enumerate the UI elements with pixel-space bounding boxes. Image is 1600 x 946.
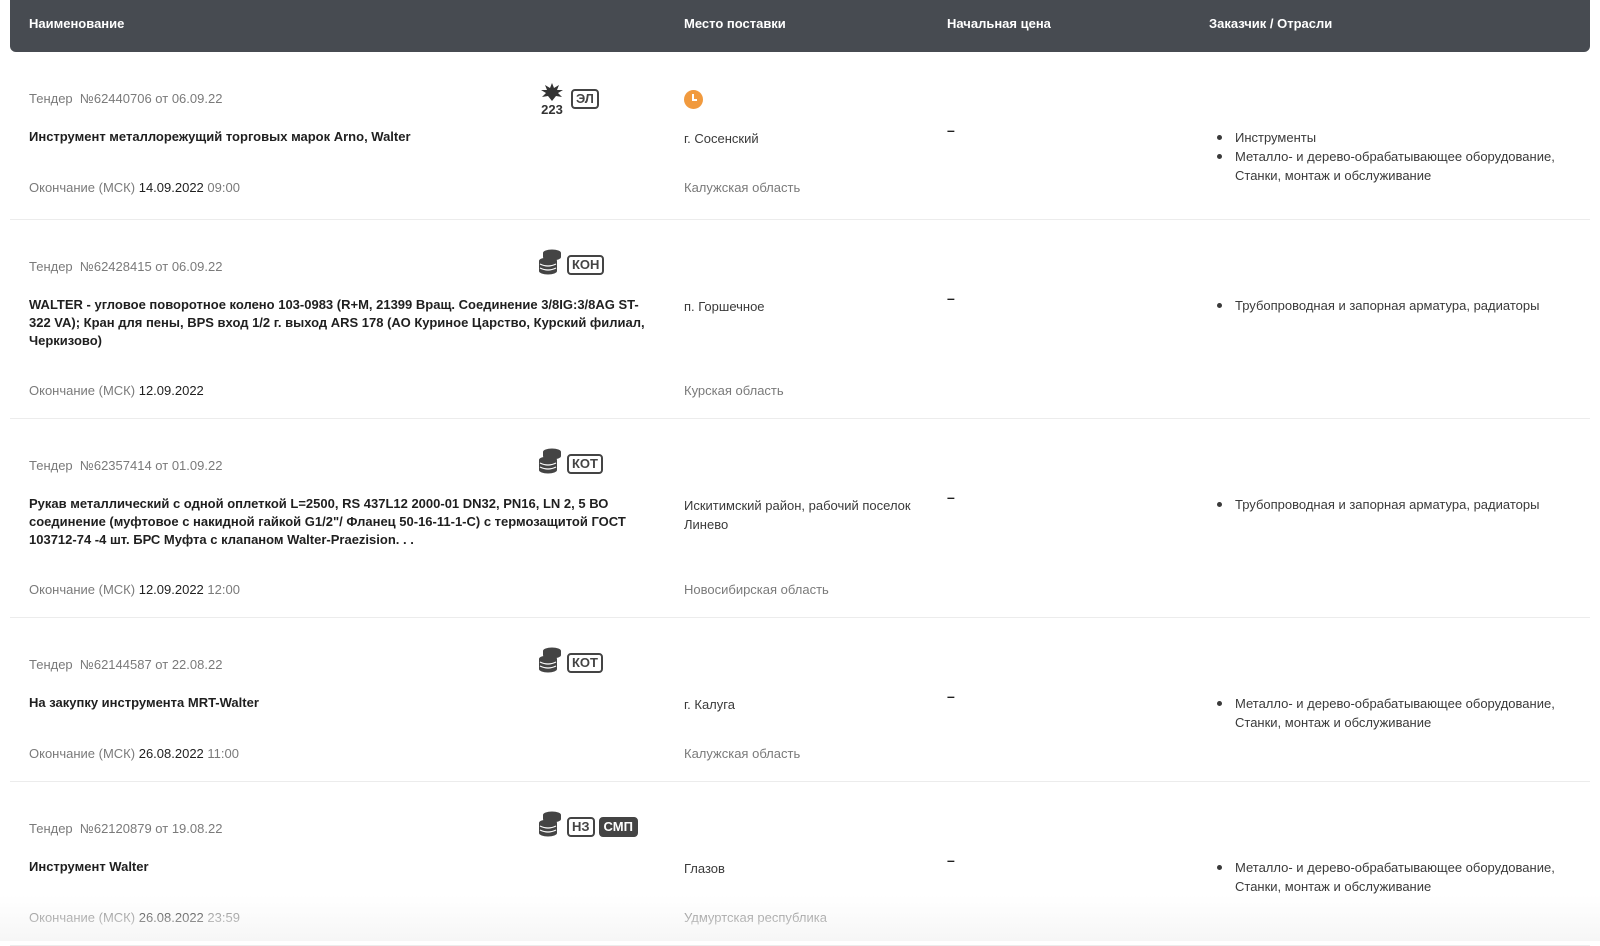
tender-label: Тендер bbox=[29, 821, 73, 836]
delivery-region: Калужская область bbox=[684, 746, 801, 761]
industry-list: Металло- и дерево-обрабатывающее оборудо… bbox=[1209, 694, 1569, 732]
tender-number[interactable]: №62120879 от 19.08.22 bbox=[80, 821, 223, 836]
tender-badges: КОТ bbox=[537, 646, 603, 679]
delivery-region: Калужская область bbox=[684, 180, 801, 195]
industry-item: Металло- и дерево-обрабатывающее оборудо… bbox=[1209, 694, 1569, 732]
industry-list: Трубопроводная и запорная арматура, ради… bbox=[1209, 495, 1569, 514]
tender-deadline: Окончание (МСК) 26.08.2022 11:00 bbox=[29, 746, 239, 761]
tender-meta: Тендер №62357414 от 01.09.22 bbox=[29, 458, 222, 473]
table-header: Наименование Место поставки Начальная це… bbox=[10, 0, 1590, 52]
tender-type-badge: НЗ bbox=[567, 816, 595, 837]
industry-list: Металло- и дерево-обрабатывающее оборудо… bbox=[1209, 858, 1569, 896]
tender-type-badge: КОН bbox=[567, 254, 605, 275]
tender-row[interactable]: Тендер №62144587 от 22.08.22 КОТ На закупк… bbox=[10, 618, 1590, 782]
start-price: – bbox=[947, 122, 955, 138]
tender-meta: Тендер №62440706 от 06.09.22 bbox=[29, 91, 222, 106]
coins-icon bbox=[537, 248, 563, 281]
tender-label: Тендер bbox=[29, 657, 73, 672]
industry-list: Трубопроводная и запорная арматура, ради… bbox=[1209, 296, 1569, 315]
industry-item: Металло- и дерево-обрабатывающее оборудо… bbox=[1209, 147, 1569, 185]
tender-number[interactable]: №62144587 от 22.08.22 bbox=[80, 657, 223, 672]
tender-badges: НЗ СМП bbox=[537, 810, 638, 843]
tender-badges: КОН bbox=[537, 248, 605, 281]
delivery-place: г. Калуга bbox=[684, 697, 735, 712]
tenders-table: Наименование Место поставки Начальная це… bbox=[10, 0, 1590, 946]
delivery-place: Глазов bbox=[684, 861, 725, 876]
column-header-place[interactable]: Место поставки bbox=[684, 16, 786, 31]
delivery-place: Искитимский район, рабочий по­селок Лине… bbox=[684, 498, 911, 532]
coins-icon bbox=[537, 447, 563, 480]
tender-title[interactable]: WALTER - угловое поворотное колено 103-0… bbox=[29, 296, 649, 350]
column-header-price[interactable]: Начальная цена bbox=[947, 16, 1051, 31]
deadline-date: 26.08.2022 bbox=[138, 746, 204, 761]
tender-deadline: Окончание (МСК) 26.08.2022 23:59 bbox=[29, 910, 240, 925]
tender-number[interactable]: №62440706 от 06.09.22 bbox=[80, 91, 223, 106]
deadline-label: Окончание (МСК) bbox=[29, 746, 136, 761]
tender-deadline: Окончание (МСК) 12.09.2022 12:00 bbox=[29, 582, 240, 597]
column-header-customer[interactable]: Заказчик / Отрасли bbox=[1209, 16, 1332, 31]
deadline-date: 26.08.2022 bbox=[138, 910, 204, 925]
coins-icon bbox=[537, 810, 563, 843]
start-price: – bbox=[947, 290, 955, 306]
tender-type-badge: СМП bbox=[598, 816, 638, 837]
tender-number[interactable]: №62357414 от 01.09.22 bbox=[80, 458, 223, 473]
tender-meta: Тендер №62120879 от 19.08.22 bbox=[29, 821, 222, 836]
deadline-time: 12:00 bbox=[207, 582, 240, 597]
deadline-time: 09:00 bbox=[207, 180, 240, 195]
tender-type-badge: ЭЛ bbox=[571, 89, 599, 109]
column-header-name[interactable]: Наименование bbox=[29, 16, 124, 31]
clock-icon bbox=[684, 90, 703, 109]
delivery-region: Курская область bbox=[684, 383, 784, 398]
tender-deadline: Окончание (МСК) 14.09.2022 09:00 bbox=[29, 180, 240, 195]
delivery-region: Удмуртская республика bbox=[684, 910, 827, 925]
tender-title[interactable]: На закупку инструмента MRT-Walter bbox=[29, 694, 649, 712]
tender-row[interactable]: Тендер №62120879 от 19.08.22 НЗ СМП Инструм… bbox=[10, 782, 1590, 946]
start-price: – bbox=[947, 852, 955, 868]
tender-row[interactable]: Тендер №62428415 от 06.09.22 КОН WALTER - … bbox=[10, 220, 1590, 419]
tender-deadline: Окончание (МСК) 12.09.2022 bbox=[29, 383, 204, 398]
tender-row[interactable]: Тендер №62440706 от 06.09.22 223 ЭЛ Инструм… bbox=[10, 52, 1590, 220]
deadline-time: 11:00 bbox=[207, 746, 239, 761]
deadline-label: Окончание (МСК) bbox=[29, 910, 136, 925]
tender-title[interactable]: Инструмент металлорежущий торговых марок… bbox=[29, 128, 649, 146]
tender-label: Тендер bbox=[29, 91, 73, 106]
deadline-date: 12.09.2022 bbox=[138, 582, 204, 597]
tender-label: Тендер bbox=[29, 458, 73, 473]
industry-item: Металло- и дерево-обрабатывающее оборудо… bbox=[1209, 858, 1569, 896]
tender-badges: 223 ЭЛ bbox=[537, 82, 599, 116]
tender-type-badge: КОТ bbox=[567, 453, 603, 474]
tender-number[interactable]: №62428415 от 06.09.22 bbox=[80, 259, 223, 274]
law-223-label: 223 bbox=[541, 102, 563, 117]
tender-row[interactable]: Тендер №62357414 от 01.09.22 КОТ Рукав мет… bbox=[10, 419, 1590, 618]
tender-label: Тендер bbox=[29, 259, 73, 274]
tender-meta: Тендер №62428415 от 06.09.22 bbox=[29, 259, 222, 274]
coins-icon bbox=[537, 646, 563, 679]
industry-item: Инструменты bbox=[1209, 128, 1569, 147]
industry-item: Трубопроводная и запорная арматура, ради… bbox=[1209, 296, 1569, 315]
deadline-date: 14.09.2022 bbox=[138, 180, 204, 195]
tender-meta: Тендер №62144587 от 22.08.22 bbox=[29, 657, 222, 672]
tender-title[interactable]: Рукав металлический с одной оплеткой L=2… bbox=[29, 495, 649, 549]
deadline-label: Окончание (МСК) bbox=[29, 383, 136, 398]
law-223-icon: 223 bbox=[537, 82, 567, 116]
tender-badges: КОТ bbox=[537, 447, 603, 480]
deadline-date: 12.09.2022 bbox=[138, 383, 204, 398]
industry-item: Трубопроводная и запорная арматура, ради… bbox=[1209, 495, 1569, 514]
start-price: – bbox=[947, 489, 955, 505]
delivery-region: Новосибирская область bbox=[684, 582, 829, 597]
delivery-place: п. Горшечное bbox=[684, 299, 765, 314]
deadline-time: 23:59 bbox=[207, 910, 240, 925]
tender-list: Тендер №62440706 от 06.09.22 223 ЭЛ Инструм… bbox=[10, 52, 1590, 946]
start-price: – bbox=[947, 688, 955, 704]
deadline-label: Окончание (МСК) bbox=[29, 582, 136, 597]
delivery-place: г. Сосенский bbox=[684, 131, 759, 146]
tender-title[interactable]: Инструмент Walter bbox=[29, 858, 649, 876]
industry-list: Инструменты Металло- и дерево-обрабатываю… bbox=[1209, 128, 1569, 185]
tender-type-badge: КОТ bbox=[567, 652, 603, 673]
deadline-label: Окончание (МСК) bbox=[29, 180, 136, 195]
